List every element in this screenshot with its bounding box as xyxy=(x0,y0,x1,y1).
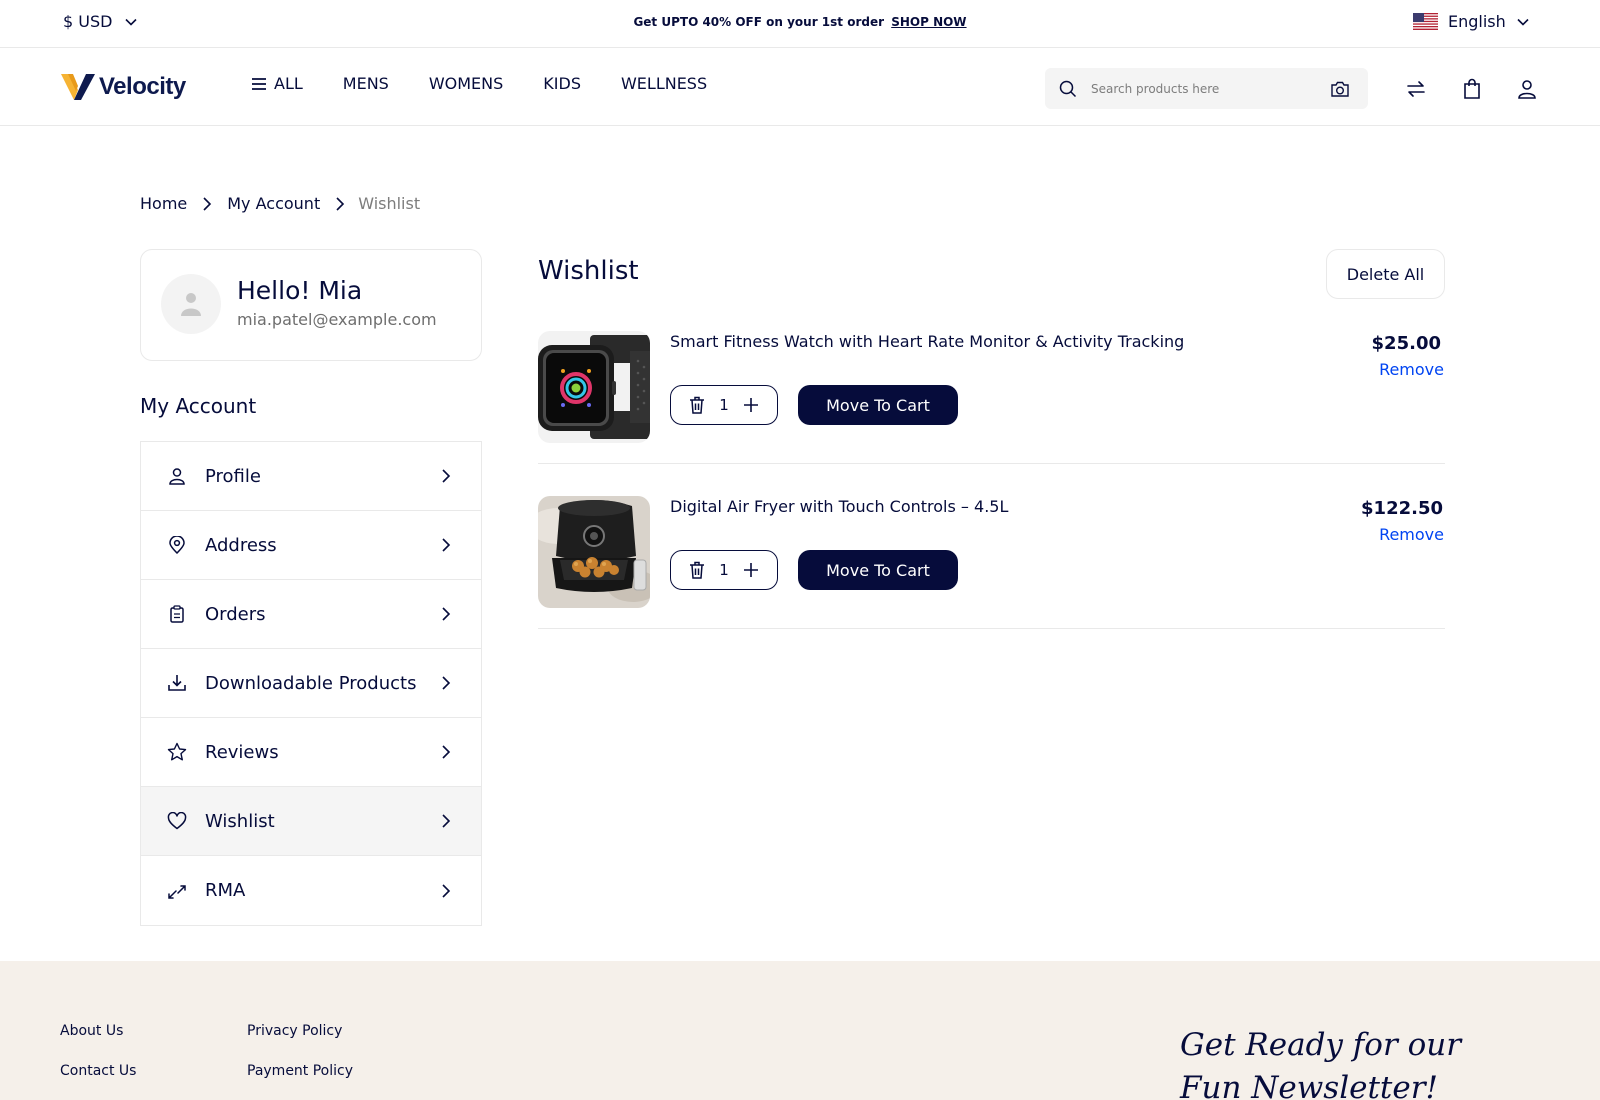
search-input[interactable] xyxy=(1091,81,1330,96)
search-icon[interactable] xyxy=(1059,80,1077,98)
arrows-exchange-icon xyxy=(167,881,187,901)
us-flag-icon xyxy=(1413,13,1438,30)
account-menu: Profile Address Orders Downloadable Prod… xyxy=(140,441,482,926)
account-menu-downloadable-products[interactable]: Downloadable Products xyxy=(141,649,481,718)
menu-item-label: Address xyxy=(205,534,277,556)
heart-icon xyxy=(167,811,187,831)
chevron-right-icon xyxy=(437,812,455,830)
chevron-right-icon xyxy=(437,467,455,485)
menu-item-label: Profile xyxy=(205,465,261,487)
camera-icon[interactable] xyxy=(1330,80,1350,98)
chevron-right-icon xyxy=(437,674,455,692)
chevron-right-icon xyxy=(437,536,455,554)
menu-item-label: Wishlist xyxy=(205,810,275,832)
hamburger-menu-icon xyxy=(252,77,266,90)
footer-link-privacy-policy[interactable]: Privacy Policy xyxy=(247,1023,342,1039)
main-nav: ALL MENS WOMENS KIDS WELLNESS xyxy=(252,74,707,93)
newsletter-line-2: Fun Newsletter! xyxy=(1180,1070,1439,1100)
remove-link[interactable]: Remove xyxy=(1379,360,1444,379)
breadcrumb-current: Wishlist xyxy=(358,194,421,213)
language-selector[interactable]: English xyxy=(1413,12,1530,31)
product-name[interactable]: Digital Air Fryer with Touch Controls – … xyxy=(670,497,1008,516)
chevron-right-icon xyxy=(437,743,455,761)
quantity-value: 1 xyxy=(719,561,729,579)
search-bar xyxy=(1045,68,1368,109)
breadcrumb: Home My Account Wishlist xyxy=(140,194,420,213)
plus-icon[interactable] xyxy=(741,395,761,415)
trash-icon[interactable] xyxy=(687,395,707,415)
product-price: $25.00 xyxy=(1371,333,1441,354)
plus-icon[interactable] xyxy=(741,560,761,580)
footer-link-contact-us[interactable]: Contact Us xyxy=(60,1063,136,1079)
cart-bag-icon[interactable] xyxy=(1460,77,1484,101)
page-title: Wishlist xyxy=(538,256,639,286)
account-menu-reviews[interactable]: Reviews xyxy=(141,718,481,787)
logo-text: Velocity xyxy=(99,73,186,100)
footer-link-payment-policy[interactable]: Payment Policy xyxy=(247,1063,353,1079)
menu-item-label: Reviews xyxy=(205,741,279,763)
nav-womens[interactable]: WOMENS xyxy=(429,74,503,93)
newsletter-line-1: Get Ready for our xyxy=(1180,1027,1462,1063)
velocity-logo-icon xyxy=(61,74,95,100)
language-label: English xyxy=(1448,12,1506,31)
breadcrumb-my-account[interactable]: My Account xyxy=(227,194,320,213)
star-icon xyxy=(167,742,187,762)
user-icon xyxy=(167,466,187,486)
product-image-air-fryer[interactable] xyxy=(538,496,650,608)
chevron-down-icon xyxy=(1517,18,1529,26)
nav-wellness[interactable]: WELLNESS xyxy=(621,74,707,93)
promo-banner: Get UPTO 40% OFF on your 1st order SHOP … xyxy=(0,15,1600,29)
move-to-cart-button[interactable]: Move To Cart xyxy=(798,385,958,425)
nav-all[interactable]: ALL xyxy=(252,74,303,93)
product-price: $122.50 xyxy=(1361,498,1443,519)
site-logo[interactable]: Velocity xyxy=(61,72,186,102)
shop-now-link[interactable]: SHOP NOW xyxy=(891,15,966,29)
quantity-value: 1 xyxy=(719,396,729,414)
account-menu-orders[interactable]: Orders xyxy=(141,580,481,649)
avatar-placeholder-icon xyxy=(181,293,201,316)
delete-all-button[interactable]: Delete All xyxy=(1326,249,1445,299)
account-menu-profile[interactable]: Profile xyxy=(141,442,481,511)
chevron-right-icon xyxy=(437,882,455,900)
user-account-icon[interactable] xyxy=(1515,77,1539,101)
chevron-right-icon xyxy=(437,605,455,623)
compare-icon[interactable] xyxy=(1404,77,1428,101)
product-name[interactable]: Smart Fitness Watch with Heart Rate Moni… xyxy=(670,332,1184,351)
nav-label: WOMENS xyxy=(428,74,504,93)
promo-text: Get UPTO 40% OFF on your 1st order xyxy=(633,15,885,29)
account-menu-title: My Account xyxy=(140,394,257,418)
nav-label: ALL xyxy=(274,74,303,93)
chevron-right-icon xyxy=(334,196,346,212)
trash-icon[interactable] xyxy=(687,560,707,580)
nav-label: WELLNESS xyxy=(620,74,708,93)
profile-greeting: Hello! Mia xyxy=(237,276,363,305)
breadcrumb-home[interactable]: Home xyxy=(140,194,187,213)
avatar xyxy=(161,274,221,334)
profile-email: mia.patel@example.com xyxy=(237,310,437,329)
newsletter-heading: Get Ready for our Fun Newsletter! xyxy=(1180,1024,1461,1100)
footer-link-about-us[interactable]: About Us xyxy=(60,1023,123,1039)
item-divider xyxy=(538,628,1445,629)
account-menu-rma[interactable]: RMA xyxy=(141,856,481,925)
menu-item-label: Orders xyxy=(205,603,266,625)
remove-link[interactable]: Remove xyxy=(1379,525,1444,544)
product-image-smartwatch[interactable] xyxy=(538,331,650,443)
quantity-stepper: 1 xyxy=(670,550,778,590)
download-icon xyxy=(167,673,187,693)
chevron-right-icon xyxy=(201,196,213,212)
nav-mens[interactable]: MENS xyxy=(343,74,389,93)
nav-kids[interactable]: KIDS xyxy=(543,74,581,93)
account-menu-wishlist[interactable]: Wishlist xyxy=(141,787,481,856)
menu-item-label: RMA xyxy=(205,880,246,901)
nav-label: KIDS xyxy=(543,74,581,93)
account-menu-address[interactable]: Address xyxy=(141,511,481,580)
location-pin-icon xyxy=(167,535,187,555)
item-divider xyxy=(538,463,1445,464)
menu-item-label: Downloadable Products xyxy=(205,672,417,694)
clipboard-icon xyxy=(167,604,187,624)
move-to-cart-button[interactable]: Move To Cart xyxy=(798,550,958,590)
nav-label: MENS xyxy=(342,74,389,93)
quantity-stepper: 1 xyxy=(670,385,778,425)
